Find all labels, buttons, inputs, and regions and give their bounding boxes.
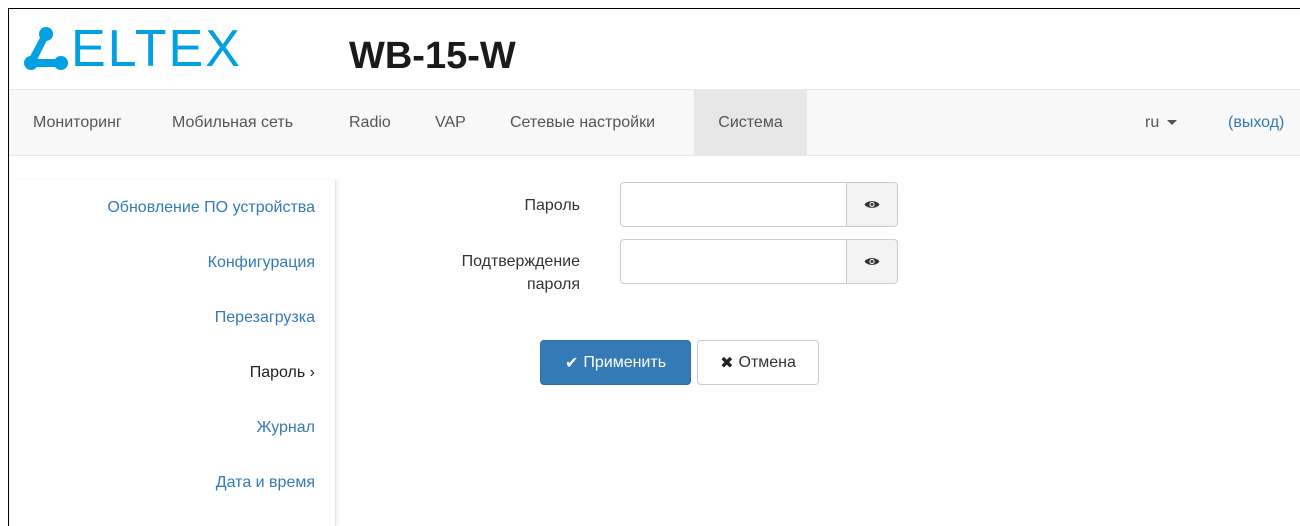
header: ELTEX WB-15-W <box>9 9 1300 89</box>
sidebar-item-configuration[interactable]: Конфигурация <box>208 254 315 272</box>
show-password-button[interactable] <box>846 182 898 227</box>
top-navbar: Мониторинг Мобильная сеть Radio VAP Сете… <box>9 89 1300 156</box>
logout-link[interactable]: (выход) <box>1228 90 1284 155</box>
sidebar: Обновление ПО устройства Конфигурация Пе… <box>9 180 336 526</box>
show-confirm-password-button[interactable] <box>846 239 898 284</box>
sidebar-item-firmware-update[interactable]: Обновление ПО устройства <box>107 199 315 217</box>
cancel-button[interactable]: ✖ Отмена <box>697 340 819 385</box>
close-icon: ✖ <box>720 353 734 372</box>
logo-text: ELTEX <box>71 20 242 78</box>
confirm-password-label: Подтверждение пароля <box>420 250 580 296</box>
language-value: ru <box>1145 114 1160 131</box>
sidebar-item-password[interactable]: Пароль › <box>250 364 315 382</box>
cancel-label: Отмена <box>738 353 796 371</box>
sidebar-item-log[interactable]: Журнал <box>257 419 315 437</box>
eltex-logo-icon <box>24 27 68 70</box>
password-input[interactable] <box>620 182 846 227</box>
nav-item-mobile-network[interactable]: Мобильная сеть <box>152 90 313 155</box>
confirm-label-line2: пароля <box>526 276 580 293</box>
device-model-title: WB-15-W <box>349 35 516 77</box>
confirm-password-input-group <box>620 239 898 284</box>
language-dropdown[interactable]: ru <box>1145 90 1178 155</box>
eye-icon <box>864 201 880 208</box>
confirm-password-input[interactable] <box>620 239 846 284</box>
password-input-group <box>620 182 898 227</box>
confirm-label-line1: Подтверждение <box>461 253 580 270</box>
password-label: Пароль <box>524 197 580 214</box>
sidebar-item-date-time[interactable]: Дата и время <box>216 474 315 492</box>
nav-item-vap[interactable]: VAP <box>415 90 486 155</box>
nav-item-monitoring[interactable]: Мониторинг <box>13 90 142 155</box>
eye-icon <box>864 258 880 265</box>
eltex-logo[interactable]: ELTEX <box>23 23 242 75</box>
apply-label: Применить <box>583 353 667 371</box>
caret-down-icon <box>1167 120 1178 126</box>
sidebar-item-reboot[interactable]: Перезагрузка <box>215 309 315 327</box>
check-icon: ✔ <box>564 353 579 372</box>
apply-button[interactable]: ✔ Применить <box>540 340 691 385</box>
nav-item-network-settings[interactable]: Сетевые настройки <box>490 90 675 155</box>
nav-item-radio[interactable]: Radio <box>329 90 411 155</box>
nav-item-system[interactable]: Система <box>694 90 807 155</box>
